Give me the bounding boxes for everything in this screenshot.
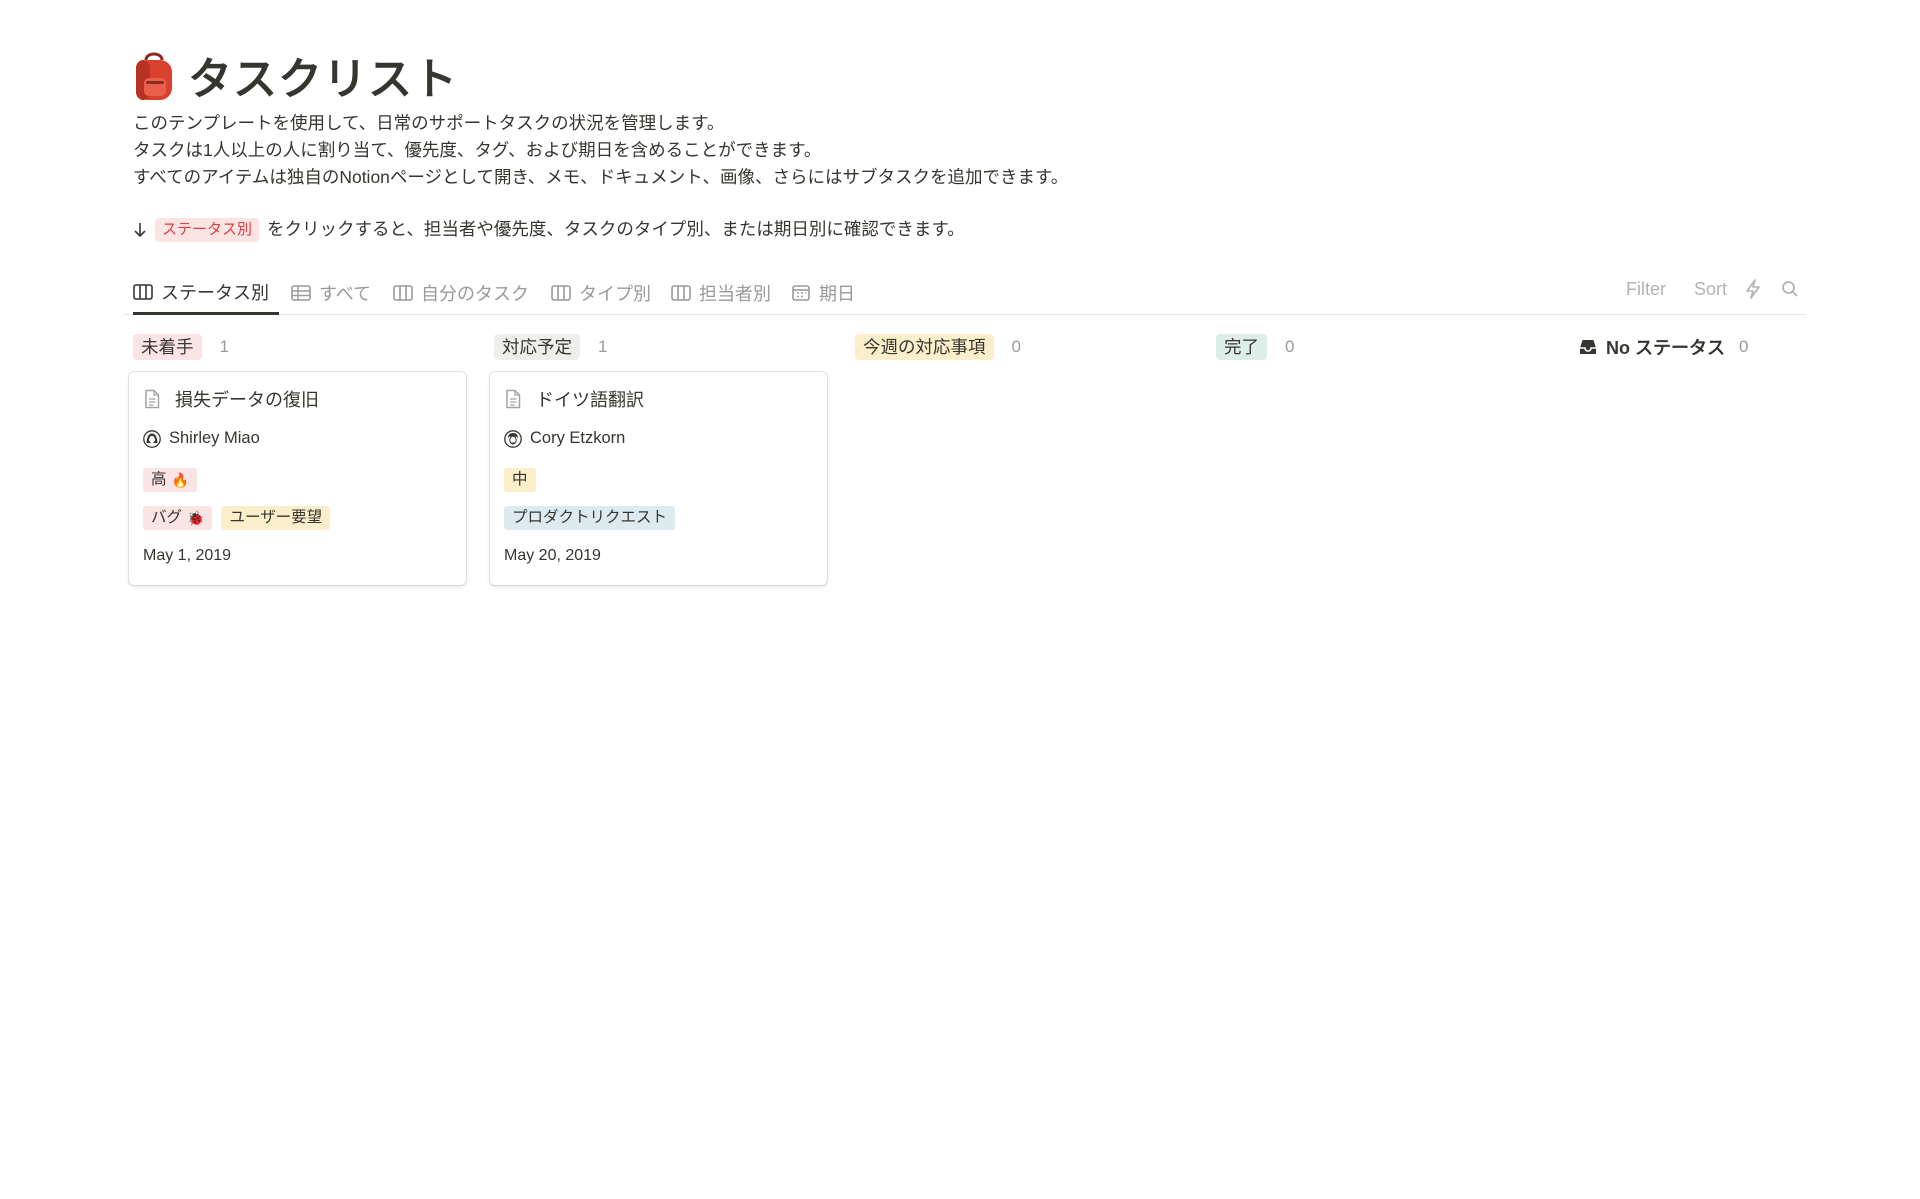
due-date: May 20, 2019 xyxy=(504,547,601,564)
column-count: 0 xyxy=(1011,337,1021,356)
card-title-text: 損失データの復旧 xyxy=(175,390,319,410)
hint-text: をクリックすると、担当者や優先度、タスクのタイプ別、または期日別に確認できます。 xyxy=(267,219,965,239)
no-status-label: No ステータス xyxy=(1578,334,1725,360)
inbox-icon xyxy=(1580,340,1596,354)
page-icon xyxy=(145,389,160,409)
priority-tag: 高 🔥 xyxy=(143,468,197,492)
card-title: ドイツ語翻訳 xyxy=(504,386,644,412)
column-count: 1 xyxy=(598,337,608,356)
board-icon xyxy=(551,285,571,301)
column-header-not-started[interactable]: 未着手 1 xyxy=(133,333,229,361)
priority-row: 中 xyxy=(504,468,536,492)
board-icon xyxy=(393,285,413,301)
column-count: 0 xyxy=(1285,337,1295,356)
tab-status[interactable]: ステータス別 xyxy=(133,271,279,315)
automation-bolt-icon[interactable] xyxy=(1744,271,1762,307)
column-header-planned[interactable]: 対応予定 1 xyxy=(494,333,607,361)
tab-due-date[interactable]: 期日 xyxy=(791,271,855,315)
tag-user-request: ユーザー要望 xyxy=(221,506,331,530)
board-icon xyxy=(671,285,691,301)
task-card[interactable]: 損失データの復旧 Shirley Miao 高 🔥 バグ 🐞 ユーザー要望 Ma… xyxy=(129,372,466,585)
column-header-no-status[interactable]: No ステータス 0 xyxy=(1578,333,1748,361)
page-title: タスクリスト xyxy=(188,55,458,104)
task-card[interactable]: ドイツ語翻訳 Cory Etzkorn 中 プロダクトリクエスト May 20,… xyxy=(490,372,827,585)
tab-label: すべて xyxy=(319,284,372,304)
page-icon xyxy=(506,389,521,409)
tab-label: 期日 xyxy=(819,284,855,304)
view-tabs: ステータス別 すべて 自分のタスク タイプ別 担当者別 期日 Filter So… xyxy=(124,271,1806,315)
fire-icon: 🔥 xyxy=(171,472,189,488)
no-status-text: No ステータス xyxy=(1606,338,1725,358)
hint-line: ステータス別 をクリックすると、担当者や優先度、タスクのタイプ別、または期日別に… xyxy=(133,216,965,243)
table-icon xyxy=(291,285,311,301)
assignee-name: Shirley Miao xyxy=(169,429,260,447)
column-header-done[interactable]: 完了 0 xyxy=(1216,333,1294,361)
column-count: 0 xyxy=(1739,337,1749,356)
tag-bug: バグ 🐞 xyxy=(143,506,213,530)
tab-all[interactable]: すべて xyxy=(291,271,371,315)
due-date: May 1, 2019 xyxy=(143,547,232,564)
arrow-down-icon xyxy=(134,222,146,237)
bug-icon: 🐞 xyxy=(187,510,205,526)
tab-by-assignee[interactable]: 担当者別 xyxy=(671,271,771,315)
search-icon[interactable] xyxy=(1781,271,1799,307)
card-title-text: ドイツ語翻訳 xyxy=(536,390,644,410)
description-line: すべてのアイテムは独自のNotionページとして開き、メモ、ドキュメント、画像、… xyxy=(133,167,1069,187)
tab-by-type[interactable]: タイプ別 xyxy=(551,271,651,315)
assignee: Cory Etzkorn xyxy=(504,429,625,448)
status-tag: 未着手 xyxy=(133,334,202,360)
status-tag: 対応予定 xyxy=(494,334,580,360)
tab-label: タイプ別 xyxy=(579,284,651,304)
avatar-icon xyxy=(143,429,161,448)
card-title: 損失データの復旧 xyxy=(143,386,319,412)
calendar-icon xyxy=(792,285,810,301)
page-header: タスクリスト xyxy=(132,46,458,104)
page-description: このテンプレートを使用して、日常のサポートタスクの状況を管理します。 タスクは1… xyxy=(133,110,1068,191)
tab-label: 担当者別 xyxy=(699,284,771,304)
avatar-icon xyxy=(504,429,522,448)
status-view-mention[interactable]: ステータス別 xyxy=(155,217,260,242)
description-line: タスクは1人以上の人に割り当て、優先度、タグ、および期日を含めることができます。 xyxy=(133,140,822,160)
status-tag: 完了 xyxy=(1216,334,1267,360)
priority-label: 高 xyxy=(151,471,167,488)
notion-page: タスクリスト このテンプレートを使用して、日常のサポートタスクの状況を管理します… xyxy=(0,0,1920,1199)
tag-label: バグ xyxy=(151,509,183,526)
board-icon xyxy=(133,283,153,300)
priority-tag: 中 xyxy=(504,468,536,492)
backpack-icon[interactable] xyxy=(132,48,176,102)
assignee: Shirley Miao xyxy=(143,429,260,448)
assignee-name: Cory Etzkorn xyxy=(530,429,626,447)
tags-row: プロダクトリクエスト xyxy=(504,506,676,530)
filter-button[interactable]: Filter xyxy=(1626,271,1666,307)
priority-row: 高 🔥 xyxy=(143,468,197,492)
sort-button[interactable]: Sort xyxy=(1694,271,1727,307)
column-count: 1 xyxy=(219,337,229,356)
column-header-this-week[interactable]: 今週の対応事項 0 xyxy=(855,333,1021,361)
tag-product-request: プロダクトリクエスト xyxy=(504,506,676,530)
tab-my-tasks[interactable]: 自分のタスク xyxy=(393,271,529,315)
description-line: このテンプレートを使用して、日常のサポートタスクの状況を管理します。 xyxy=(133,113,725,133)
tab-label: 自分のタスク xyxy=(421,284,529,304)
status-tag: 今週の対応事項 xyxy=(855,334,994,360)
tags-row: バグ 🐞 ユーザー要望 xyxy=(143,506,331,530)
tab-label: ステータス別 xyxy=(161,282,269,303)
